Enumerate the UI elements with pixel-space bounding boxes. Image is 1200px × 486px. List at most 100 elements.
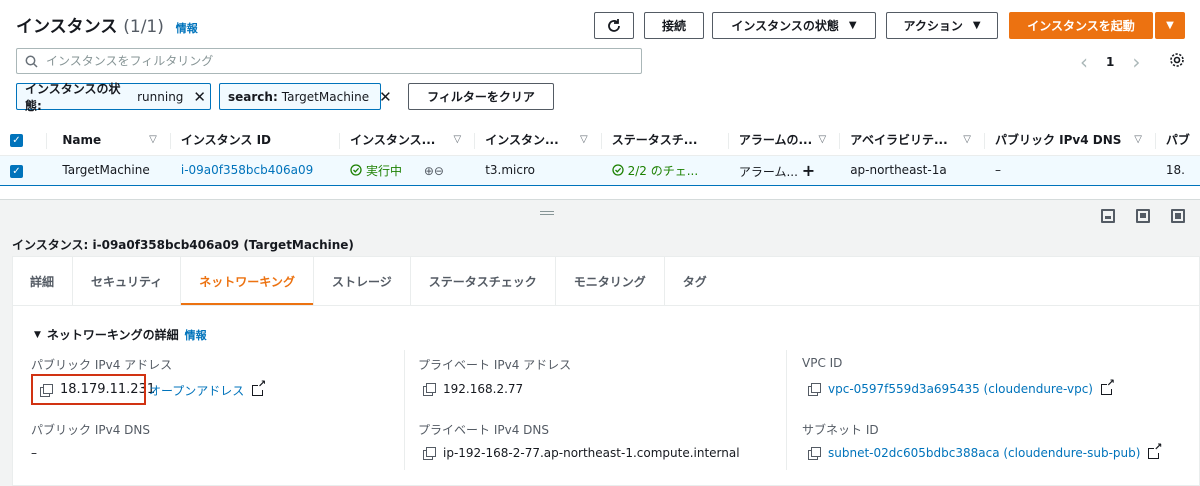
- zoom-in-icon[interactable]: ⊕: [424, 164, 434, 178]
- actions-label: アクション: [903, 19, 963, 33]
- external-link-icon[interactable]: [1101, 378, 1115, 395]
- status-check-label: 2/2 のチェ...: [627, 163, 699, 178]
- detail-title: インスタンス: i-09a0f358bcb406a09 (TargetMachi…: [12, 238, 354, 252]
- tab-monitoring[interactable]: モニタリング: [556, 256, 665, 306]
- cell-name: TargetMachine: [47, 154, 171, 186]
- private-dns-text: ip-192-168-2-77.ap-northeast-1.compute.i…: [443, 446, 740, 460]
- status-check-link[interactable]: 2/2 のチェ...: [612, 164, 698, 178]
- open-address-text[interactable]: オープンアドレス: [149, 382, 244, 399]
- select-all-header[interactable]: ✓: [0, 125, 48, 156]
- tab-details[interactable]: 詳細: [12, 256, 74, 306]
- checkbox-checked-icon[interactable]: ✓: [10, 164, 23, 178]
- sort-icon[interactable]: ▽: [580, 134, 588, 145]
- cell-az: ap-northeast-1a: [840, 154, 985, 186]
- zoom-out-icon[interactable]: ⊖: [434, 164, 444, 178]
- instance-count: (1/1): [123, 17, 164, 37]
- instance-state-button[interactable]: インスタンスの状態 ▼: [712, 12, 876, 39]
- checkbox-checked-icon[interactable]: ✓: [10, 134, 23, 148]
- networking-section-header[interactable]: ▼ ネットワーキングの詳細 情報: [34, 326, 207, 343]
- public-dns-label: パブリック IPv4 DNS: [31, 423, 150, 437]
- instance-id-link[interactable]: i-09a0f358bcb406a09: [181, 163, 313, 177]
- caret-down-icon: ▼: [1166, 20, 1174, 31]
- settings-gear-icon[interactable]: [1169, 52, 1185, 72]
- subnet-id-label: サブネット ID: [802, 423, 879, 437]
- cell-instance-id: i-09a0f358bcb406a09: [170, 154, 341, 186]
- split-middle-icon[interactable]: [1136, 209, 1150, 223]
- search-input[interactable]: [46, 54, 606, 68]
- private-dns-label: プライベート IPv4 DNS: [418, 423, 549, 437]
- sort-icon[interactable]: ▽: [454, 134, 462, 145]
- drag-handle-icon[interactable]: [540, 211, 554, 215]
- instances-table: ✓ Name ▽ インスタンス ID インスタンス... ▽ インスタン... ▽ ス…: [0, 125, 1200, 186]
- add-alarm-icon[interactable]: +: [802, 161, 815, 180]
- vpc-id-value: vpc-0597f559d3a695435 (cloudendure-vpc): [808, 378, 1115, 396]
- prev-page-icon[interactable]: ‹: [1080, 50, 1088, 74]
- tab-storage[interactable]: ストレージ: [314, 256, 411, 306]
- column-header-type[interactable]: インスタン... ▽: [475, 125, 602, 156]
- public-dns-value: –: [31, 446, 37, 460]
- tab-tags[interactable]: タグ: [665, 256, 725, 306]
- instance-state-label: インスタンスの状態: [731, 19, 839, 33]
- detail-tabs: 詳細 セキュリティ ネットワーキング ストレージ ステータスチェック モニタリン…: [12, 256, 725, 306]
- refresh-button[interactable]: [594, 12, 634, 39]
- filter-search-box[interactable]: [16, 48, 642, 74]
- tab-security[interactable]: セキュリティ: [73, 256, 182, 306]
- external-link-icon[interactable]: [252, 380, 267, 396]
- column-header-instance-id[interactable]: インスタンス ID: [170, 125, 341, 156]
- cell-public-dns: –: [984, 154, 1156, 186]
- column-header-alarm[interactable]: アラームの... ▽: [728, 125, 841, 156]
- split-full-icon[interactable]: [1171, 209, 1185, 223]
- row-select[interactable]: ✓: [0, 154, 48, 186]
- section-title: ネットワーキングの詳細: [46, 328, 179, 342]
- next-page-icon[interactable]: ›: [1132, 50, 1140, 74]
- table-header-row: ✓ Name ▽ インスタンス ID インスタンス... ▽ インスタン... ▽ ス…: [0, 125, 1200, 156]
- column-header-public-dns[interactable]: パブリック IPv4 DNS ▽: [984, 125, 1156, 156]
- search-icon: [25, 55, 38, 68]
- actions-button[interactable]: アクション ▼: [886, 12, 998, 39]
- caret-down-icon: ▼: [972, 20, 981, 31]
- private-dns-value: ip-192-168-2-77.ap-northeast-1.compute.i…: [423, 446, 740, 460]
- external-link-icon[interactable]: [1148, 442, 1163, 459]
- private-ipv4-value: 192.168.2.77: [423, 382, 523, 396]
- split-divider[interactable]: [0, 199, 1200, 200]
- tab-status-checks[interactable]: ステータスチェック: [411, 256, 556, 306]
- info-link[interactable]: 情報: [176, 22, 198, 35]
- vpc-link[interactable]: vpc-0597f559d3a695435 (cloudendure-vpc): [828, 382, 1093, 396]
- filter-token-key: インスタンスの状態:: [25, 81, 121, 113]
- info-link[interactable]: 情報: [185, 327, 207, 343]
- filter-token-value: running: [137, 89, 184, 104]
- cell-type: t3.micro: [475, 154, 602, 186]
- launch-instance-button[interactable]: インスタンスを起動: [1009, 12, 1153, 39]
- column-header-az[interactable]: アベイラビリテ... ▽: [840, 125, 985, 156]
- remove-filter-icon[interactable]: ✕: [193, 88, 206, 106]
- launch-dropdown-button[interactable]: ▼: [1155, 12, 1185, 39]
- column-divider: [404, 350, 405, 470]
- filter-token-search: search: TargetMachine ✕: [219, 83, 392, 110]
- clear-filters-button[interactable]: フィルターをクリア: [408, 83, 554, 110]
- copy-icon[interactable]: [423, 447, 436, 460]
- table-row[interactable]: ✓ TargetMachine i-09a0f358bcb406a09 実行中 …: [0, 154, 1200, 186]
- sort-icon[interactable]: ▽: [149, 134, 157, 145]
- copy-icon[interactable]: [808, 383, 821, 396]
- subnet-link[interactable]: subnet-02dc605bdbc388aca (cloudendure-su…: [828, 446, 1140, 460]
- copy-icon[interactable]: [808, 447, 821, 460]
- split-bottom-icon[interactable]: [1101, 209, 1115, 223]
- vpc-id-label: VPC ID: [802, 356, 843, 370]
- sort-icon[interactable]: ▽: [818, 134, 826, 145]
- tab-networking[interactable]: ネットワーキング: [181, 256, 314, 306]
- column-header-state[interactable]: インスタンス... ▽: [340, 125, 476, 156]
- filter-token-value: TargetMachine: [281, 89, 370, 104]
- subnet-id-value: subnet-02dc605bdbc388aca (cloudendure-su…: [808, 442, 1163, 460]
- remove-filter-icon[interactable]: ✕: [379, 88, 392, 106]
- column-header-status-check[interactable]: ステータスチ...: [601, 125, 729, 156]
- sort-icon[interactable]: ▽: [1134, 134, 1142, 145]
- page-number[interactable]: 1: [1106, 55, 1114, 69]
- copy-icon[interactable]: [423, 383, 436, 396]
- refresh-icon: [608, 18, 620, 32]
- column-header-public-ip[interactable]: パブ: [1155, 125, 1200, 156]
- column-header-name[interactable]: Name ▽: [47, 125, 171, 156]
- connect-button[interactable]: 接続: [644, 12, 704, 39]
- sort-icon[interactable]: ▽: [963, 134, 971, 145]
- column-divider: [786, 350, 787, 470]
- open-address-link[interactable]: オープンアドレス: [149, 380, 267, 399]
